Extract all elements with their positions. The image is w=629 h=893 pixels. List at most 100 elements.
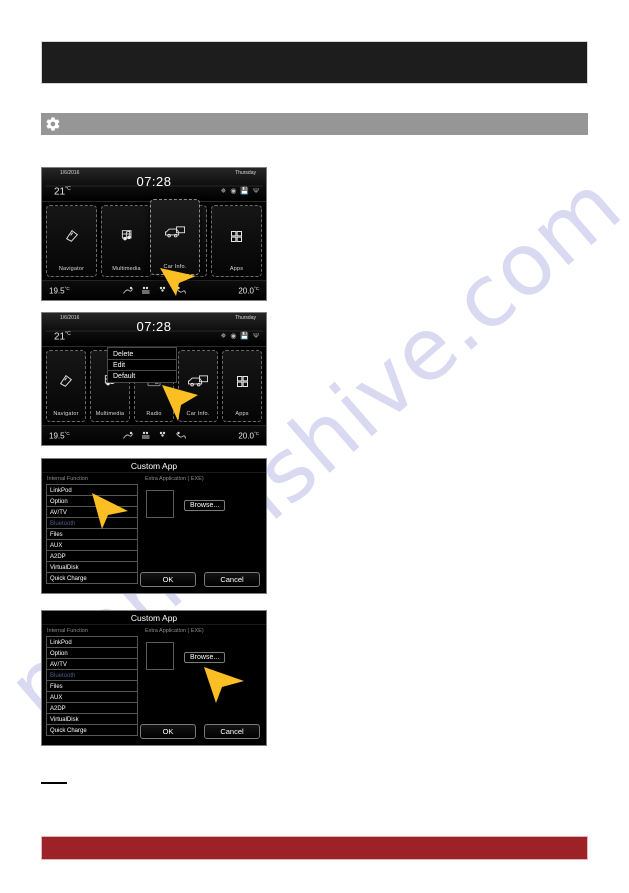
list-item[interactable]: LinkPod <box>47 485 137 496</box>
list-item[interactable]: AV/TV <box>47 507 137 518</box>
dialog-title: Custom App <box>42 611 266 625</box>
gear-icon <box>45 116 61 132</box>
tile-grid: Navigator Multimedia Radio <box>42 199 266 280</box>
outside-temperature: 21°C <box>54 186 71 198</box>
apps-grid-icon <box>229 206 244 266</box>
bluetooth-icon: ✵ <box>220 188 227 195</box>
list-item[interactable]: AV/TV <box>47 659 137 670</box>
list-item: Bluetooth <box>47 518 137 529</box>
internal-function-header: Internal Function <box>47 476 88 482</box>
cancel-button[interactable]: Cancel <box>204 572 260 587</box>
screenshot-custom-app-list: Custom App Internal Function LinkPod Opt… <box>41 458 267 594</box>
context-menu-item-default[interactable]: Default <box>108 371 176 381</box>
car-info-icon <box>164 200 186 264</box>
list-item[interactable]: AUX <box>47 540 137 551</box>
airflow-defrost-icon <box>175 286 186 294</box>
tile-multimedia[interactable]: Multimedia <box>101 205 152 277</box>
outside-temperature: 21°C <box>54 331 71 343</box>
exe-icon-preview <box>146 490 174 518</box>
list-item[interactable]: VirtualDisk <box>47 562 137 573</box>
list-item[interactable]: Option <box>47 648 137 659</box>
usb-icon: Ψ <box>253 188 259 195</box>
status-icons: ✵ ◉ 💾 Ψ <box>220 333 259 340</box>
clock-label: 07:28 <box>136 174 172 189</box>
tile-label: Multimedia <box>95 411 125 417</box>
passenger-temperature: 20.0°C <box>238 285 259 296</box>
navigator-icon <box>64 206 80 266</box>
ok-button[interactable]: OK <box>140 724 196 739</box>
list-item[interactable]: Quick Charge <box>47 573 137 584</box>
tile-navigator[interactable]: Navigator <box>46 205 97 277</box>
list-item[interactable]: AUX <box>47 692 137 703</box>
tile-context-menu[interactable]: Delete Edit Default <box>107 347 177 383</box>
tile-car-info[interactable]: Car Info. <box>178 350 218 422</box>
list-item[interactable]: A2DP <box>47 551 137 562</box>
dialog-actions: OK Cancel <box>140 572 260 587</box>
status-bar: 1/6/2016 Thursday 07:28 21°C ✵ ◉ 💾 Ψ <box>42 313 266 347</box>
list-item[interactable]: A2DP <box>47 703 137 714</box>
dialog-body: Internal Function LinkPod Option AV/TV B… <box>42 473 266 593</box>
disc-icon: ◉ <box>230 188 237 195</box>
dialog-actions: OK Cancel <box>140 724 260 739</box>
climate-icons <box>122 286 187 296</box>
airflow-feet-icon <box>122 286 133 294</box>
tile-car-info[interactable]: Car Info. <box>150 199 200 275</box>
fan-right-icon <box>159 431 165 437</box>
screenshot-home-context-menu: 1/6/2016 Thursday 07:28 21°C ✵ ◉ 💾 Ψ Nav <box>41 312 267 446</box>
internal-function-list[interactable]: LinkPod Option AV/TV Bluetooth Files AUX… <box>46 484 138 584</box>
context-menu-item-delete[interactable]: Delete <box>108 349 176 360</box>
screenshot-custom-app-browse: Custom App Internal Function LinkPod Opt… <box>41 610 267 746</box>
list-item[interactable]: Files <box>47 681 137 692</box>
browse-button[interactable]: Browse... <box>184 652 226 663</box>
browse-button[interactable]: Browse... <box>184 500 226 511</box>
tile-label: Radio <box>146 411 162 417</box>
list-item[interactable]: Files <box>47 529 137 540</box>
dialog-title: Custom App <box>42 459 266 473</box>
extra-application-header: Extra Application ( EXE) <box>145 628 204 634</box>
fan-left-icon <box>141 431 149 439</box>
list-item[interactable]: VirtualDisk <box>47 714 137 725</box>
tile-apps[interactable]: Apps <box>222 350 262 422</box>
section-bar <box>41 113 588 135</box>
context-menu-item-edit[interactable]: Edit <box>108 360 176 371</box>
ok-button[interactable]: OK <box>140 572 196 587</box>
tile-apps[interactable]: Apps <box>211 205 262 277</box>
manual-page: manualshive.com 1/6/2016 Thursday 07:28 … <box>0 0 629 893</box>
sd-card-icon: 💾 <box>240 333 250 340</box>
fan-right-icon <box>159 286 165 292</box>
multimedia-icon <box>119 206 135 266</box>
list-item[interactable]: LinkPod <box>47 637 137 648</box>
dialog-body: Internal Function LinkPod Option AV/TV B… <box>42 625 266 745</box>
airflow-defrost-icon <box>175 431 186 439</box>
status-icons: ✵ ◉ 💾 Ψ <box>220 188 259 195</box>
internal-function-column: Internal Function LinkPod Option AV/TV B… <box>46 628 138 742</box>
extra-application-header: Extra Application ( EXE) <box>145 476 204 482</box>
usb-icon: Ψ <box>253 333 259 340</box>
internal-function-list[interactable]: LinkPod Option AV/TV Bluetooth Files AUX… <box>46 636 138 736</box>
cancel-button[interactable]: Cancel <box>204 724 260 739</box>
driver-temperature: 19.5°C <box>49 285 70 296</box>
internal-function-header: Internal Function <box>47 628 88 634</box>
tile-label: Car Info. <box>186 411 210 417</box>
tile-label: Apps <box>235 411 249 417</box>
tile-label: Car Info. <box>163 264 187 270</box>
list-item[interactable]: Quick Charge <box>47 725 137 736</box>
fan-left-icon <box>141 286 149 294</box>
list-item[interactable]: Option <box>47 496 137 507</box>
screenshot-home-drag: 1/6/2016 Thursday 07:28 21°C ✵ ◉ 💾 Ψ Nav <box>41 167 267 301</box>
tile-label: Navigator <box>58 266 85 272</box>
climate-icons <box>122 431 187 441</box>
airflow-feet-icon <box>122 431 133 439</box>
navigator-icon <box>58 351 74 411</box>
horizontal-rule <box>41 782 67 784</box>
tile-label: Navigator <box>53 411 79 417</box>
apps-grid-icon <box>235 351 250 411</box>
car-info-icon <box>187 351 209 411</box>
status-bar: 1/6/2016 Thursday 07:28 21°C ✵ ◉ 💾 Ψ <box>42 168 266 202</box>
extra-application-column: Extra Application ( EXE) Browse... OK Ca… <box>138 628 262 742</box>
passenger-temperature: 20.0°C <box>238 430 259 441</box>
tile-navigator[interactable]: Navigator <box>46 350 86 422</box>
sd-card-icon: 💾 <box>240 188 250 195</box>
tile-label: Multimedia <box>112 266 141 272</box>
bluetooth-icon: ✵ <box>220 333 227 340</box>
